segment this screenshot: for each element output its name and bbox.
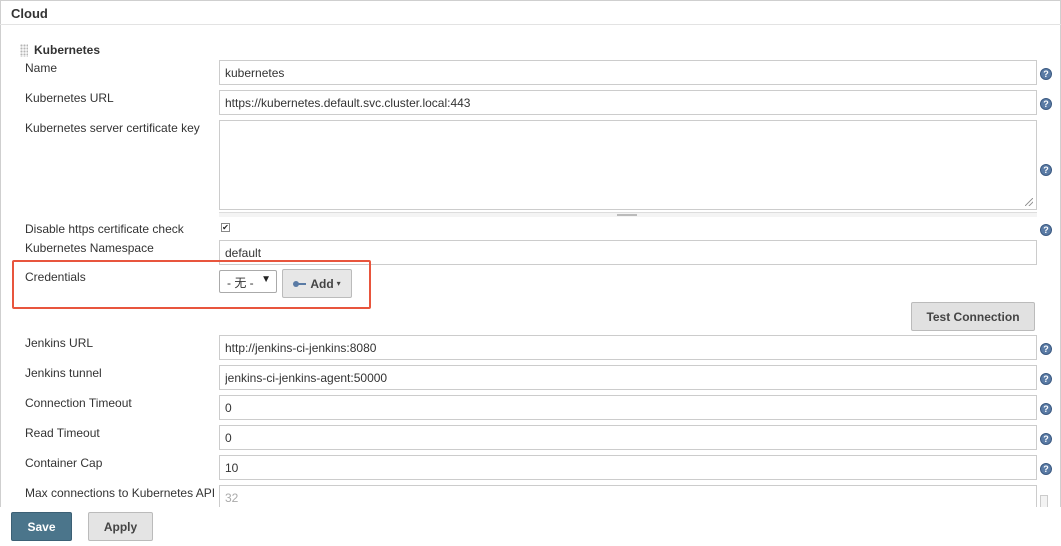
name-label: Name [25, 61, 58, 75]
server-cert-key-textarea[interactable] [219, 120, 1037, 210]
connection-timeout-input[interactable] [219, 395, 1037, 420]
connection-timeout-label: Connection Timeout [25, 396, 132, 410]
help-icon[interactable]: ? [1040, 433, 1052, 445]
textarea-resize-handle[interactable] [219, 212, 1037, 217]
name-input[interactable] [219, 60, 1037, 85]
help-icon[interactable]: ? [1040, 164, 1052, 176]
disable-https-label: Disable https certificate check [25, 222, 184, 236]
jenkins-tunnel-label: Jenkins tunnel [25, 366, 102, 380]
help-icon[interactable]: ? [1040, 98, 1052, 110]
key-icon [293, 280, 307, 287]
max-connections-input[interactable] [219, 485, 1037, 507]
form-footer: Save Apply [0, 507, 1061, 546]
add-button-label: Add [310, 276, 334, 291]
apply-button[interactable]: Apply [88, 512, 153, 541]
kubernetes-url-label: Kubernetes URL [25, 91, 114, 105]
jenkins-url-label: Jenkins URL [25, 336, 94, 350]
help-icon[interactable]: ? [1040, 373, 1052, 385]
help-icon[interactable]: ? [1040, 343, 1052, 355]
test-connection-button[interactable]: Test Connection [911, 302, 1035, 331]
section-title: Cloud [11, 6, 48, 21]
help-icon[interactable]: ? [1040, 403, 1052, 415]
clipped-row: Max connections to Kubernetes API [0, 480, 1061, 507]
help-icon[interactable]: ? [1040, 68, 1052, 80]
credentials-select[interactable]: - 无 - ▼ [219, 270, 277, 293]
credentials-label: Credentials [25, 270, 86, 284]
help-icon[interactable]: ? [1040, 224, 1052, 236]
read-timeout-input[interactable] [219, 425, 1037, 450]
container-cap-input[interactable] [219, 455, 1037, 480]
add-credentials-button[interactable]: Add ▾ [282, 269, 352, 298]
server-cert-key-label: Kubernetes server certificate key [25, 121, 200, 135]
save-button[interactable]: Save [11, 512, 72, 541]
drag-handle-icon[interactable] [20, 44, 28, 57]
resize-grip-icon[interactable] [1025, 198, 1035, 208]
container-cap-label: Container Cap [25, 456, 103, 470]
cloud-title: Kubernetes [34, 43, 101, 57]
read-timeout-label: Read Timeout [25, 426, 100, 440]
kubernetes-url-input[interactable] [219, 90, 1037, 115]
section-header: Cloud [0, 0, 1061, 25]
chevron-down-icon: ▾ [336, 279, 341, 288]
credentials-selected-value: - 无 - [227, 276, 254, 290]
namespace-label: Kubernetes Namespace [25, 241, 154, 255]
jenkins-tunnel-input[interactable] [219, 365, 1037, 390]
dropdown-caret-icon: ▼ [261, 274, 271, 285]
jenkins-url-input[interactable] [219, 335, 1037, 360]
max-connections-label: Max connections to Kubernetes API [25, 486, 216, 500]
help-icon[interactable]: ? [1040, 463, 1052, 475]
disable-https-checkbox[interactable]: ✔ [221, 223, 230, 232]
